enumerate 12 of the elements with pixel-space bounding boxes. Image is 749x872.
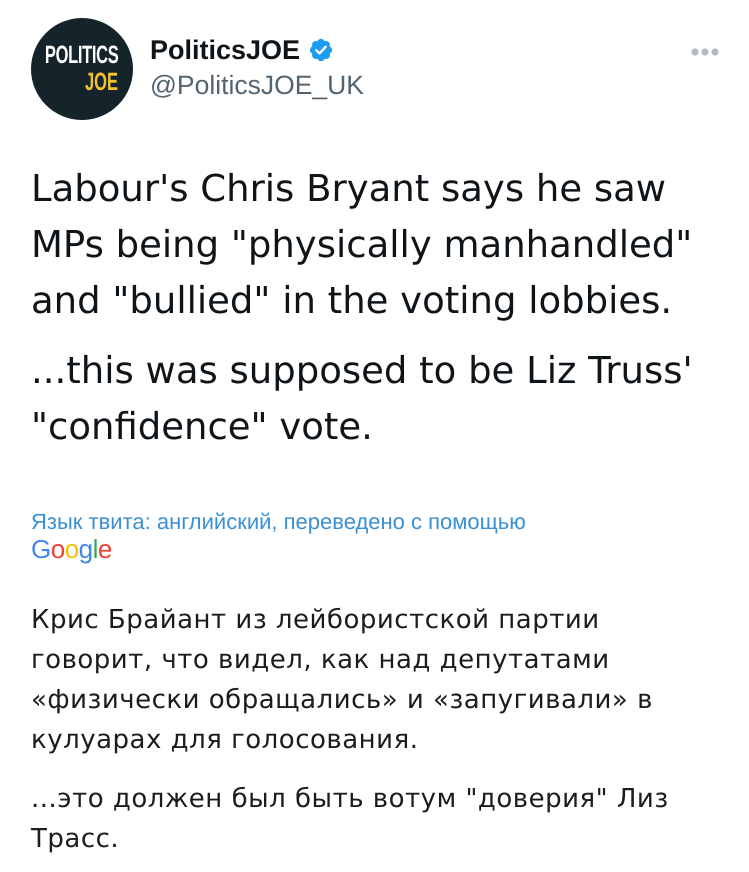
more-icon[interactable] — [691, 48, 719, 56]
avatar[interactable]: POLITICS JOE — [31, 18, 133, 120]
translated-text: Крис Брайант из лейбористской партии говорит, что видел, как над депутатами «физически обращались» и «запугивали» в кулуарах для голосования. — [31, 604, 654, 758]
translated-text: ...это должен был быть вотум "доверия" Лиз Трасс. — [31, 783, 670, 856]
avatar-text: POLITICS — [45, 43, 119, 68]
translation-provider-logo[interactable]: Google — [31, 535, 112, 564]
tweet-text: Labour's Chris Bryant says he saw MPs being "physically manhandled" and "bullied" in the voting lobbies. — [31, 166, 694, 324]
author-name[interactable]: PoliticsJOE — [150, 34, 300, 66]
tweet-text: ...this was supposed to be Liz Truss' "confidence" vote. — [31, 348, 694, 450]
avatar-text: JOE — [84, 70, 118, 95]
author-handle[interactable]: @PoliticsJOE_UK — [150, 70, 364, 102]
translation-label: Язык твита: английский, переведено с помощью — [31, 509, 527, 536]
